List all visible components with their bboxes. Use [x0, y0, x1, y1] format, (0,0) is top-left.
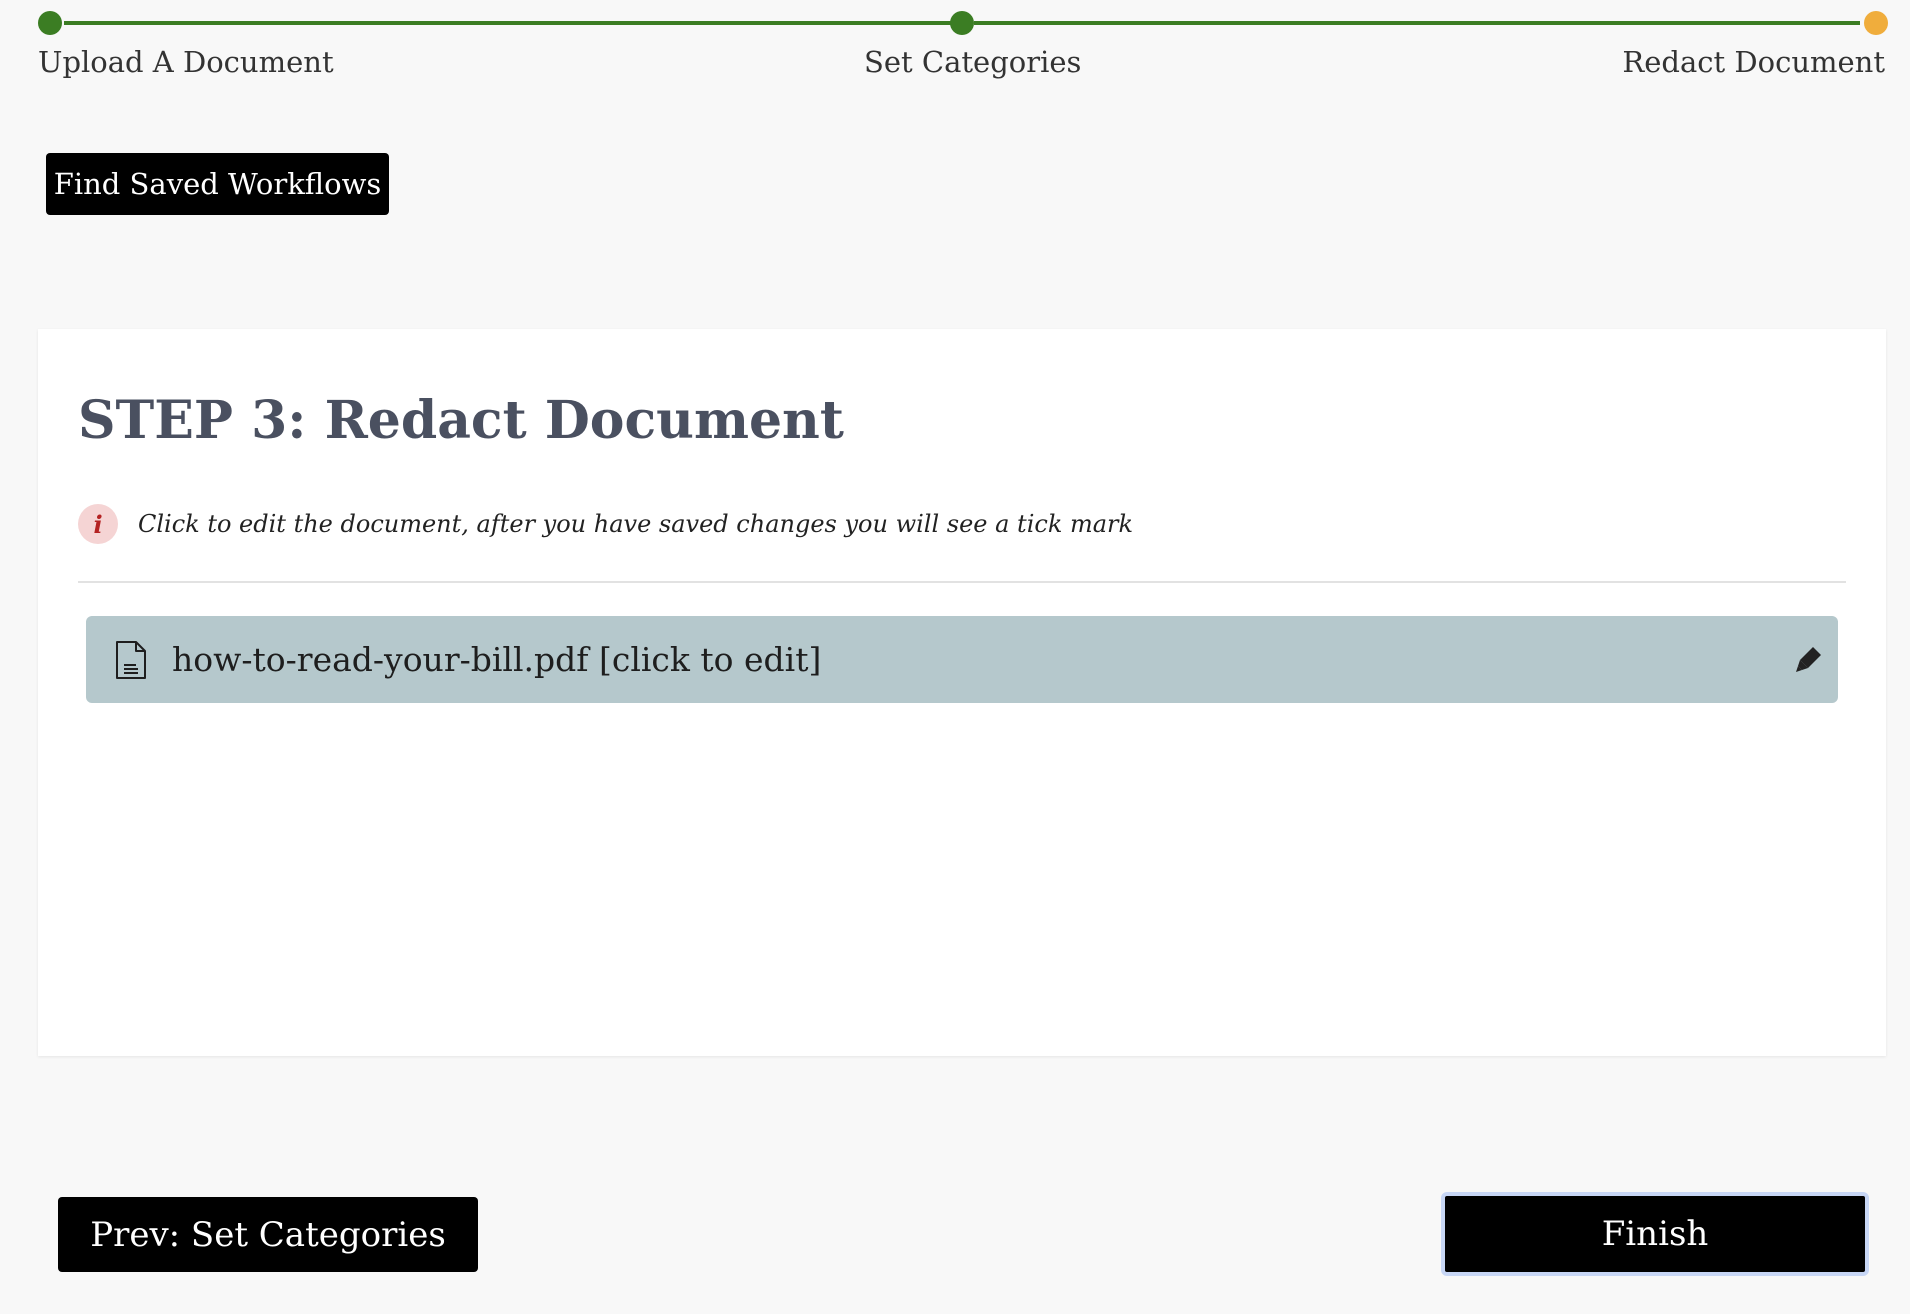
document-icon [116, 640, 146, 679]
progress-stepper: Upload A Document Set Categories Redact … [0, 0, 1910, 90]
stepper-connector-2 [974, 21, 1860, 25]
finish-button[interactable]: Finish [1441, 1192, 1869, 1276]
stepper-connector-1 [64, 21, 972, 25]
divider [78, 581, 1846, 583]
find-saved-workflows-button[interactable]: Find Saved Workflows [46, 153, 389, 215]
step-3-dot[interactable] [1864, 11, 1888, 35]
redact-step-card: STEP 3: Redact Document i Click to edit … [38, 329, 1886, 1056]
file-list-item[interactable]: how-to-read-your-bill.pdf [click to edit… [86, 616, 1838, 703]
step-2-label: Set Categories [864, 45, 1082, 79]
step-3-label: Redact Document [1622, 45, 1885, 79]
step-1-dot[interactable] [38, 11, 62, 35]
info-text: Click to edit the document, after you ha… [138, 510, 1134, 538]
prev-set-categories-button[interactable]: Prev: Set Categories [58, 1197, 478, 1272]
redaction-workflow-page: Upload A Document Set Categories Redact … [0, 0, 1910, 1314]
step-2-dot[interactable] [950, 11, 974, 35]
page-title: STEP 3: Redact Document [78, 390, 844, 451]
pen-icon[interactable] [1794, 644, 1824, 674]
file-name: how-to-read-your-bill.pdf [click to edit… [172, 640, 822, 679]
info-icon: i [78, 504, 118, 544]
step-1-label: Upload A Document [38, 45, 334, 79]
info-message: i Click to edit the document, after you … [78, 503, 1133, 545]
